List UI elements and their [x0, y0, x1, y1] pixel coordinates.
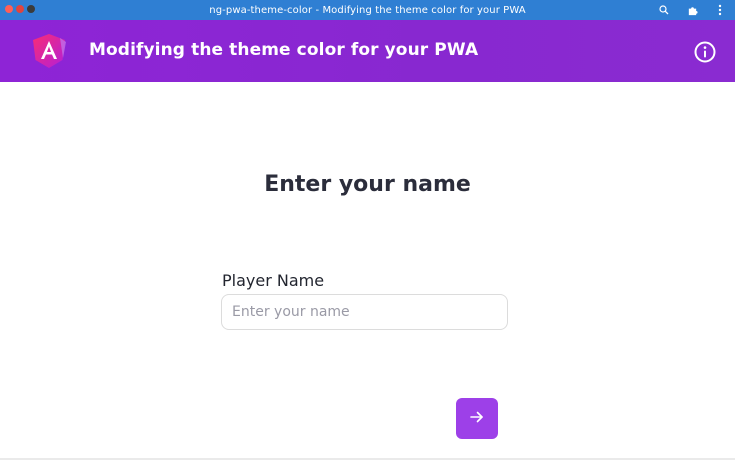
angular-logo-icon: [30, 32, 68, 70]
minimize-window-button[interactable]: [16, 5, 24, 13]
next-button[interactable]: [456, 398, 498, 439]
zoom-icon[interactable]: [657, 3, 671, 17]
titlebar-icons: [657, 3, 727, 17]
window-title: ng-pwa-theme-color - Modifying the theme…: [209, 4, 526, 16]
player-name-input[interactable]: [221, 294, 508, 330]
close-window-button[interactable]: [5, 5, 13, 13]
window-titlebar: ng-pwa-theme-color - Modifying the theme…: [0, 0, 735, 20]
more-menu-icon[interactable]: [713, 3, 727, 17]
maximize-window-button[interactable]: [27, 5, 35, 13]
window-controls: [5, 5, 35, 13]
info-icon[interactable]: [693, 40, 717, 64]
player-name-label: Player Name: [222, 271, 325, 290]
app-header: Modifying the theme color for your PWA: [0, 20, 735, 82]
page-heading: Enter your name: [264, 172, 471, 197]
arrow-right-icon: [470, 411, 484, 426]
app-title: Modifying the theme color for your PWA: [89, 40, 479, 60]
extensions-icon[interactable]: [685, 3, 699, 17]
